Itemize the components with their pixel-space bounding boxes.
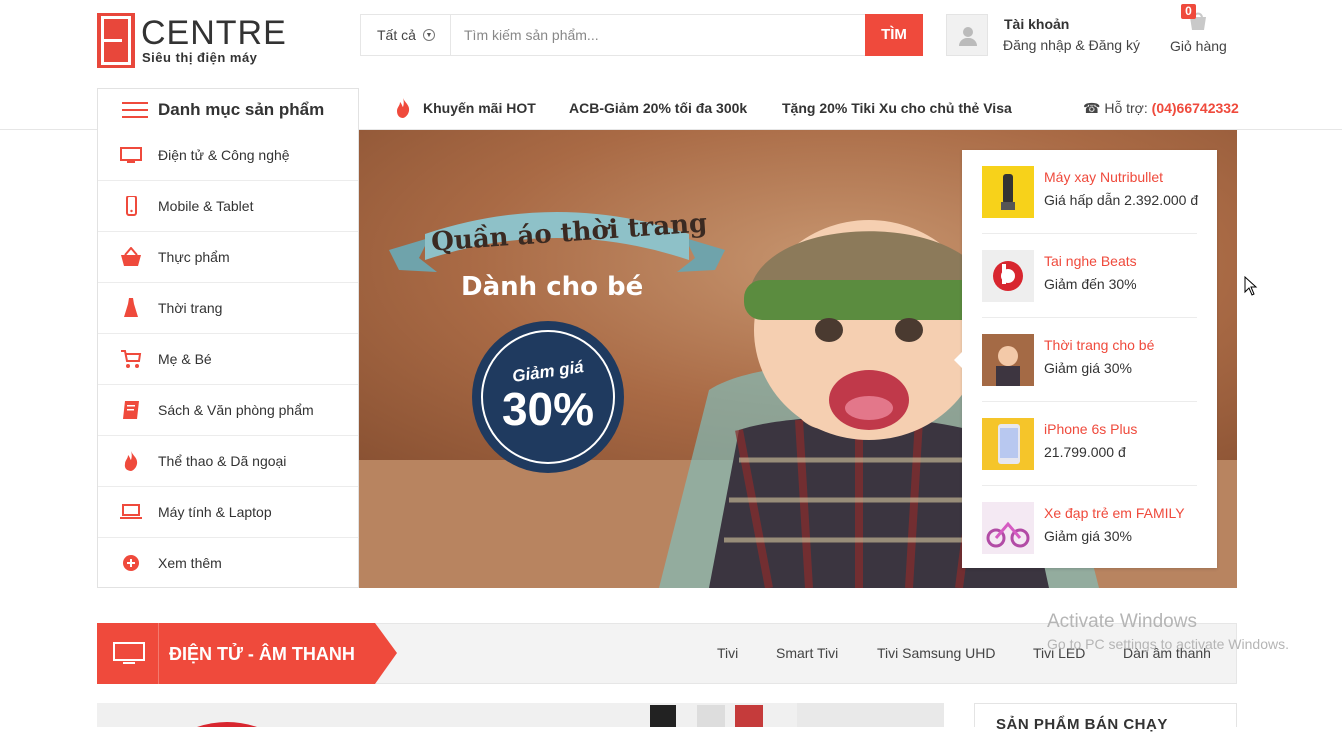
cart-label[interactable]: Giỏ hàng: [1170, 38, 1227, 54]
sidebar-item-more[interactable]: Xem thêm: [98, 538, 358, 589]
phone-icon: [126, 196, 137, 216]
category-sidebar: Điện tử & Công nghệ Mobile & Tablet Thực…: [97, 130, 359, 588]
blender-thumbnail: [982, 166, 1034, 218]
chevron-down-icon: ▼: [423, 29, 435, 41]
category-promo-banner[interactable]: [97, 703, 944, 727]
account-title[interactable]: Tài khoản: [1004, 16, 1069, 32]
fire-icon: [124, 451, 138, 471]
hot-products-panel: Máy xay Nutribullet Giá hấp dẫn 2.392.00…: [954, 150, 1217, 570]
hot-product-item[interactable]: Máy xay Nutribullet Giá hấp dẫn 2.392.00…: [982, 150, 1199, 234]
headphones-thumbnail: [982, 250, 1034, 302]
sidebar-item-computers[interactable]: Máy tính & Laptop: [98, 487, 358, 538]
login-register-link[interactable]: Đăng nhập & Đăng ký: [1003, 37, 1140, 53]
os-activation-watermark-title: Activate Windows: [1047, 611, 1197, 632]
category-menu-toggle[interactable]: Danh mục sản phẩm: [97, 88, 359, 130]
user-avatar-icon[interactable]: [946, 14, 988, 56]
sidebar-item-electronics[interactable]: Điện tử & Công nghệ: [98, 130, 358, 181]
sidebar-item-label: Điện tử & Công nghệ: [158, 147, 290, 163]
hot-product-price: Giảm giá 30%: [1044, 360, 1132, 376]
hot-product-price: Giảm giá 30%: [1044, 528, 1132, 544]
sidebar-item-label: Xem thêm: [158, 555, 222, 571]
sidebar-item-label: Mẹ & Bé: [158, 351, 212, 367]
hot-product-name[interactable]: iPhone 6s Plus: [1044, 421, 1137, 437]
hot-product-price: 21.799.000 đ: [1044, 444, 1126, 460]
search-button[interactable]: TÌM: [865, 14, 923, 56]
hot-product-price: Giá hấp dẫn 2.392.000 đ: [1044, 192, 1199, 208]
tab-samsung-uhd[interactable]: Tivi Samsung UHD: [877, 645, 996, 661]
plus-circle-icon: [123, 555, 139, 571]
support-hotline: ☎ Hỗ trợ: (04)66742332: [1083, 100, 1239, 117]
mouse-cursor-icon: [1244, 276, 1258, 296]
support-phone[interactable]: (04)66742332: [1152, 100, 1239, 116]
iphone-thumbnail: [982, 418, 1034, 470]
basket-icon: [121, 247, 141, 266]
tv-icon: [113, 642, 145, 664]
support-label: Hỗ trợ:: [1104, 100, 1148, 116]
hot-product-item[interactable]: Tai nghe Beats Giảm đến 30%: [982, 234, 1197, 318]
hot-product-name[interactable]: Máy xay Nutribullet: [1044, 169, 1163, 185]
logo-wordmark[interactable]: CENTRE: [141, 14, 287, 52]
promo-link-hot[interactable]: Khuyến mãi HOT: [423, 100, 536, 116]
promo-link-acb[interactable]: ACB-Giảm 20% tối đa 300k: [569, 100, 747, 116]
tab-tivi[interactable]: Tivi: [717, 645, 738, 661]
sidebar-item-books[interactable]: Sách & Văn phòng phẩm: [98, 385, 358, 436]
search-bar: Tất cả ▼ TÌM: [360, 14, 923, 56]
laptop-icon: [120, 504, 142, 519]
hamburger-icon: [122, 102, 148, 118]
sidebar-item-label: Máy tính & Laptop: [158, 504, 272, 520]
hot-product-name[interactable]: Xe đạp trẻ em FAMILY: [1044, 505, 1185, 521]
kids-fashion-thumbnail: [982, 334, 1034, 386]
book-icon: [123, 401, 139, 419]
sidebar-item-label: Mobile & Tablet: [158, 198, 254, 214]
dress-icon: [124, 298, 138, 317]
best-sellers-title: SẢN PHẨM BÁN CHẠY: [996, 716, 1168, 733]
promo-link-tiki-xu[interactable]: Tặng 20% Tiki Xu cho chủ thẻ Visa: [782, 100, 1012, 116]
logo-tagline: Siêu thị điện máy: [142, 50, 258, 65]
kids-bike-thumbnail: [982, 502, 1034, 554]
sidebar-item-label: Thể thao & Dã ngoại: [158, 453, 287, 469]
fire-icon: [397, 98, 410, 118]
section-title[interactable]: ĐIỆN TỬ - ÂM THANH: [169, 644, 355, 665]
tab-smart-tivi[interactable]: Smart Tivi: [776, 645, 838, 661]
sidebar-item-mobile[interactable]: Mobile & Tablet: [98, 181, 358, 232]
phone-icon: ☎: [1083, 100, 1101, 116]
sidebar-item-label: Thời trang: [158, 300, 223, 316]
sidebar-item-sports[interactable]: Thể thao & Dã ngoại: [98, 436, 358, 487]
stroller-icon: [121, 350, 142, 368]
search-category-select[interactable]: Tất cả ▼: [361, 15, 451, 55]
monitor-icon: [120, 147, 142, 163]
search-category-label: Tất cả: [377, 27, 416, 43]
sidebar-item-mom-baby[interactable]: Mẹ & Bé: [98, 334, 358, 385]
category-menu-title: Danh mục sản phẩm: [158, 100, 325, 119]
hot-product-item[interactable]: iPhone 6s Plus 21.799.000 đ: [982, 402, 1197, 486]
hot-product-name[interactable]: Tai nghe Beats: [1044, 253, 1137, 269]
search-input[interactable]: [452, 15, 866, 55]
hot-product-item[interactable]: Xe đạp trẻ em FAMILY Giảm giá 30%: [982, 486, 1197, 570]
sidebar-item-label: Sách & Văn phòng phẩm: [158, 402, 314, 418]
os-activation-watermark-text: Go to PC settings to activate Windows.: [1047, 636, 1289, 652]
promo-banner-graphic: [197, 703, 944, 727]
sidebar-item-food[interactable]: Thực phẩm: [98, 232, 358, 283]
hot-product-price: Giảm đến 30%: [1044, 276, 1137, 292]
cart-count-badge: 0: [1181, 4, 1196, 19]
hot-product-item[interactable]: Thời trang cho bé Giảm giá 30%: [982, 318, 1197, 402]
sidebar-item-label: Thực phẩm: [158, 249, 230, 265]
sidebar-item-fashion[interactable]: Thời trang: [98, 283, 358, 334]
logo-mark[interactable]: [97, 13, 135, 68]
hot-product-name[interactable]: Thời trang cho bé: [1044, 337, 1154, 353]
